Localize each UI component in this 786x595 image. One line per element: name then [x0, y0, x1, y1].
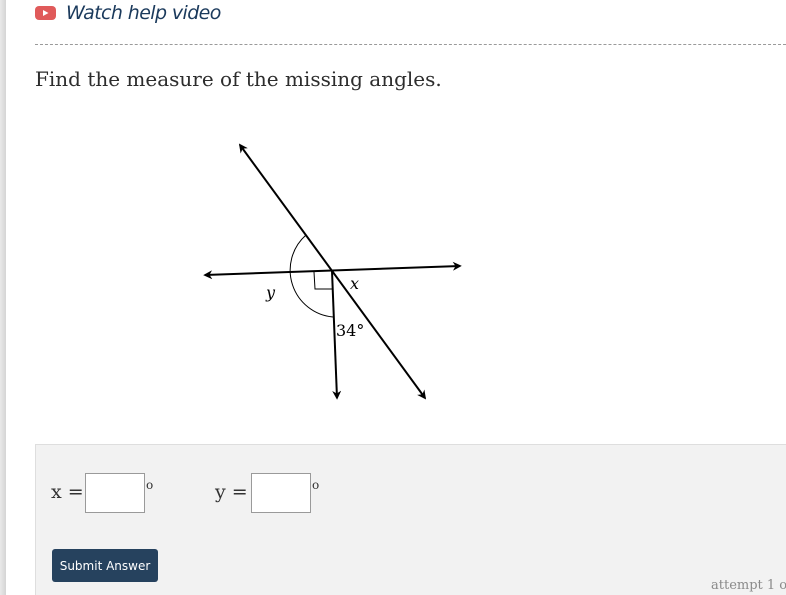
label-x: x: [350, 274, 359, 293]
youtube-play-icon: [35, 6, 56, 20]
y-equals-label: y =: [215, 481, 248, 503]
answer-panel: x = o y = o Submit Answer attempt 1 ou: [35, 444, 786, 595]
watch-help-video-link[interactable]: Watch help video: [35, 2, 221, 24]
submit-answer-button[interactable]: Submit Answer: [52, 549, 158, 582]
angle-figure: x y 34°: [203, 143, 462, 400]
right-angle-marker: [313, 271, 332, 290]
attempt-counter: attempt 1 ou: [711, 578, 786, 593]
dashed-divider: [35, 44, 786, 45]
y-answer-input[interactable]: [251, 473, 311, 513]
left-border: [0, 0, 6, 595]
question-text: Find the measure of the missing angles.: [35, 67, 442, 91]
angle-y-arc: [289, 234, 334, 318]
x-degree-symbol: o: [146, 478, 154, 492]
label-angle-34: 34°: [336, 321, 364, 340]
label-y: y: [265, 283, 276, 302]
x-equals-label: x =: [51, 481, 84, 503]
help-link-label: Watch help video: [66, 2, 221, 24]
x-answer-input[interactable]: [85, 473, 145, 513]
y-degree-symbol: o: [312, 478, 320, 492]
